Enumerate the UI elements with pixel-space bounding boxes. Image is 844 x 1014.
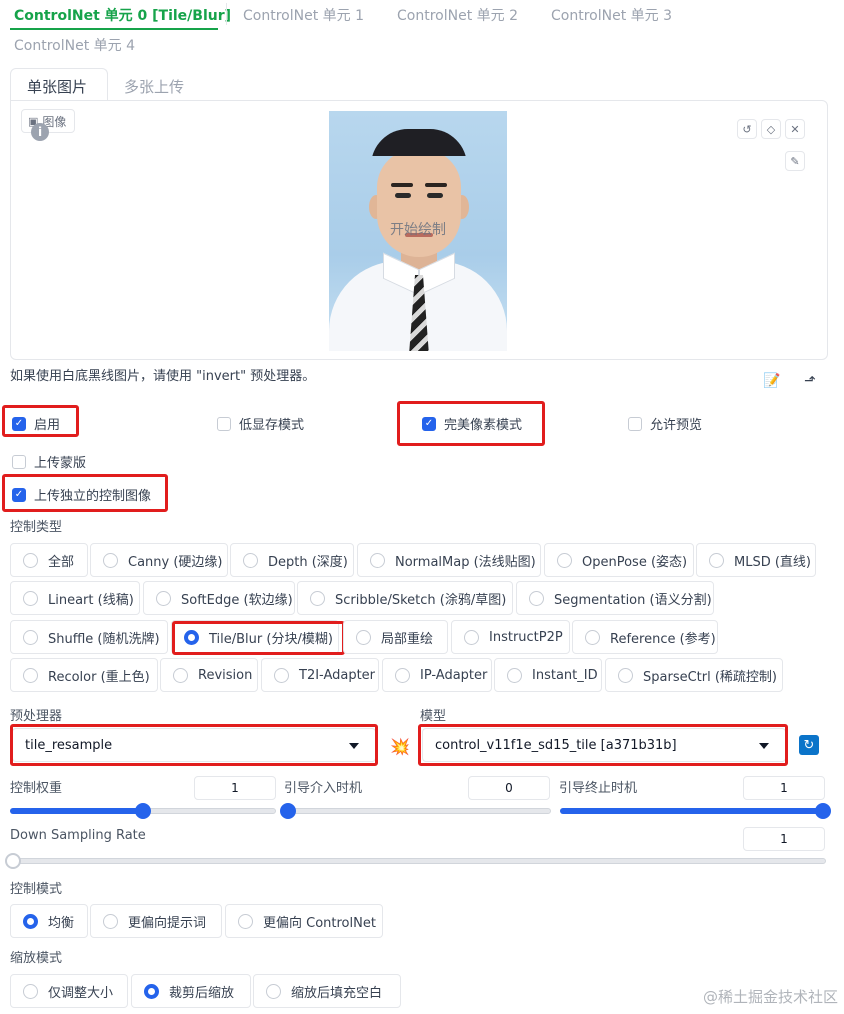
control-type-t2i-adapter[interactable]: T2I-Adapter [261, 658, 379, 692]
control-type-mlsd[interactable]: MLSD (直线) [696, 543, 816, 577]
control-type-canny[interactable]: Canny (硬边缘) [90, 543, 228, 577]
pixel-perfect-checkbox[interactable]: ✓ 完美像素模式 [422, 414, 522, 433]
control-mode-label: 控制模式 [10, 882, 63, 897]
watermark: @稀土掘金技术社区 [702, 988, 838, 1006]
control-type-all[interactable]: 全部 [10, 543, 88, 577]
slider-thumb[interactable] [815, 803, 831, 819]
resize-mode-just-resize[interactable]: 仅调整大小 [10, 974, 128, 1008]
resize-mode-crop[interactable]: 裁剪后缩放 [131, 974, 251, 1008]
control-type-lineart[interactable]: Lineart (线稿) [10, 581, 140, 615]
model-label: 模型 [420, 709, 447, 724]
tab-batch-upload[interactable]: 多张上传 [124, 76, 184, 97]
slider-thumb[interactable] [135, 803, 151, 819]
control-type-ip-adapter[interactable]: IP-Adapter [382, 658, 492, 692]
checkmark-icon: ✓ [422, 416, 436, 431]
upload-mask-checkbox[interactable]: 上传蒙版 [12, 452, 86, 471]
notepad-icon[interactable]: 📝 [760, 369, 784, 393]
control-type-inpaint[interactable]: 局部重绘 [343, 620, 448, 654]
refresh-icon[interactable]: ↻ [799, 735, 819, 755]
upload-independent-checkbox[interactable]: ✓ 上传独立的控制图像 [12, 485, 151, 504]
control-type-instructp2p[interactable]: InstructP2P [451, 620, 570, 654]
control-mode-prompt[interactable]: 更偏向提示词 [90, 904, 222, 938]
control-weight-slider[interactable] [10, 803, 276, 819]
checkmark-icon: ✓ [12, 487, 26, 502]
allow-preview-checkbox[interactable]: 允许预览 [628, 414, 702, 433]
chevron-down-icon [759, 743, 769, 749]
tab-unit-2[interactable]: ControlNet 单元 2 [397, 5, 518, 25]
control-type-segmentation[interactable]: Segmentation (语义分割) [516, 581, 714, 615]
tab-single-image[interactable]: 单张图片 [27, 76, 87, 97]
slider-thumb[interactable] [280, 803, 296, 819]
control-mode-controlnet[interactable]: 更偏向 ControlNet [225, 904, 383, 938]
control-type-scribble[interactable]: Scribble/Sketch (涂鸦/草图) [297, 581, 513, 615]
enable-checkbox[interactable]: ✓ 启用 [12, 414, 60, 433]
down-sampling-label: Down Sampling Rate [10, 828, 146, 843]
slider-thumb[interactable] [5, 853, 21, 869]
brush-icon[interactable]: ✎ [785, 151, 805, 171]
control-type-shuffle[interactable]: Shuffle (随机洗牌) [10, 620, 168, 654]
control-type-normalmap[interactable]: NormalMap (法线贴图) [357, 543, 541, 577]
image-panel: 单张图片 多张上传 ▣ 图像 i 开始绘制 ↺ ◇ ✕ ✎ [10, 66, 838, 366]
down-sampling-slider[interactable] [5, 853, 826, 869]
checkmark-icon: ✓ [12, 416, 26, 431]
guidance-end-input[interactable]: 1 [743, 776, 825, 800]
close-icon[interactable]: ✕ [785, 119, 805, 139]
control-type-label: 控制类型 [10, 520, 63, 535]
control-weight-label: 控制权重 [10, 781, 63, 796]
control-mode-balanced[interactable]: 均衡 [10, 904, 88, 938]
run-preprocessor-icon[interactable]: 💥 [388, 734, 412, 758]
undo-icon[interactable]: ↺ [737, 119, 757, 139]
control-weight-input[interactable]: 1 [194, 776, 276, 800]
resize-mode-label: 缩放模式 [10, 951, 63, 966]
guidance-end-slider[interactable] [560, 803, 831, 819]
control-type-sparsectrl[interactable]: SparseCtrl (稀疏控制) [605, 658, 783, 692]
control-type-openpose[interactable]: OpenPose (姿态) [544, 543, 694, 577]
preprocessor-select[interactable]: tile_resample [12, 728, 376, 762]
eraser-icon[interactable]: ◇ [761, 119, 781, 139]
tab-separator [226, 3, 227, 25]
low-vram-checkbox[interactable]: 低显存模式 [217, 414, 304, 433]
start-drawing-text[interactable]: 开始绘制 [329, 219, 507, 239]
preprocessor-label: 预处理器 [10, 709, 63, 724]
control-type-tile-blur[interactable]: Tile/Blur (分块/模糊) [171, 620, 339, 654]
send-dimensions-icon[interactable]: ⬏ [798, 369, 822, 393]
down-sampling-input[interactable]: 1 [743, 827, 825, 851]
active-tab-underline [10, 28, 218, 30]
control-type-revision[interactable]: Revision [160, 658, 258, 692]
control-type-instant-id[interactable]: Instant_ID [494, 658, 602, 692]
control-type-reference[interactable]: Reference (参考) [572, 620, 718, 654]
guidance-start-input[interactable]: 0 [468, 776, 550, 800]
resize-mode-fill[interactable]: 缩放后填充空白 [253, 974, 401, 1008]
control-type-recolor[interactable]: Recolor (重上色) [10, 658, 158, 692]
control-type-softedge[interactable]: SoftEdge (软边缘) [143, 581, 295, 615]
tab-unit-3[interactable]: ControlNet 单元 3 [551, 5, 672, 25]
guidance-end-label: 引导终止时机 [559, 781, 638, 796]
image-canvas[interactable]: ▣ 图像 i 开始绘制 ↺ ◇ ✕ ✎ [10, 100, 828, 360]
tab-unit-4[interactable]: ControlNet 单元 4 [14, 35, 135, 55]
model-select[interactable]: control_v11f1e_sd15_tile [a371b31b] [422, 728, 786, 762]
info-icon[interactable]: i [31, 123, 49, 141]
control-type-depth[interactable]: Depth (深度) [230, 543, 354, 577]
invert-hint: 如果使用白底黑线图片，请使用 "invert" 预处理器。 [10, 369, 316, 384]
chevron-down-icon [349, 743, 359, 749]
guidance-start-slider[interactable] [280, 803, 551, 819]
tab-unit-0[interactable]: ControlNet 单元 0 [Tile/Blur] [14, 5, 231, 25]
tab-unit-1[interactable]: ControlNet 单元 1 [243, 5, 364, 25]
guidance-start-label: 引导介入时机 [284, 781, 363, 796]
